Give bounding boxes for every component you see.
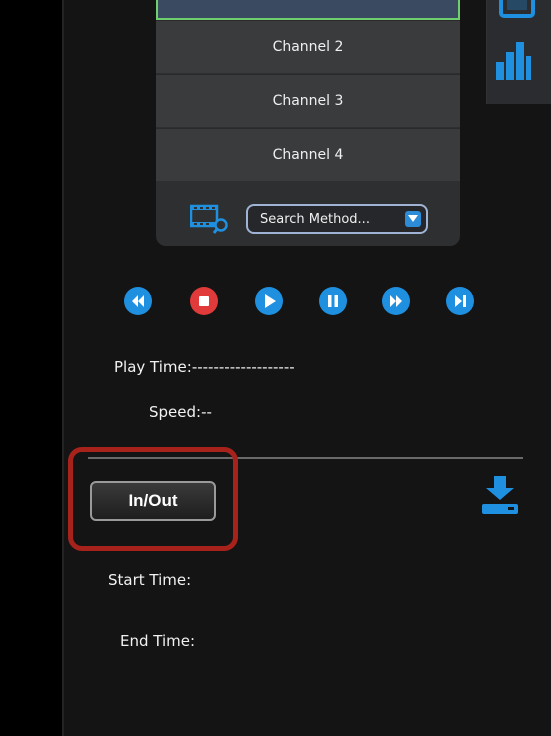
speed-label: Speed:	[149, 403, 202, 421]
rewind-icon[interactable]	[123, 286, 153, 316]
next-frame-icon[interactable]	[445, 286, 475, 316]
play-time-row: Play Time:-------------------	[114, 358, 295, 376]
fast-forward-icon[interactable]	[381, 286, 411, 316]
channel-item-3[interactable]: Channel 3	[156, 74, 460, 127]
speed-value: --	[201, 403, 212, 421]
search-method-value: Search Method...	[260, 211, 370, 227]
play-icon[interactable]	[254, 286, 284, 316]
channel-item-4[interactable]: Channel 4	[156, 128, 460, 181]
search-row: Search Method...	[156, 190, 460, 246]
channel-label: Channel 3	[272, 93, 344, 109]
download-icon[interactable]	[478, 474, 522, 516]
start-time-label: Start Time:	[108, 571, 192, 589]
side-toolbar	[486, 0, 551, 104]
channel-label: Channel 4	[272, 147, 344, 163]
film-search-icon[interactable]	[190, 200, 230, 234]
search-method-select[interactable]: Search Method...	[246, 204, 428, 234]
inout-button[interactable]: In/Out	[90, 481, 216, 521]
pause-icon[interactable]	[318, 286, 348, 316]
bar-chart-icon[interactable]	[495, 40, 531, 80]
end-time-label: End Time:	[120, 632, 196, 650]
channel-label: Channel 2	[272, 39, 344, 55]
play-time-value: -------------------	[191, 358, 295, 376]
chevron-down-icon[interactable]	[405, 211, 421, 227]
stop-icon[interactable]	[189, 286, 219, 316]
play-time-label: Play Time:	[114, 358, 192, 376]
playback-controls	[0, 286, 551, 316]
panel-divider	[62, 0, 64, 736]
channel-item-selected[interactable]	[156, 0, 460, 20]
channel-item-2[interactable]: Channel 2	[156, 20, 460, 73]
screen-icon[interactable]	[497, 0, 537, 22]
speed-row: Speed:--	[149, 403, 212, 421]
